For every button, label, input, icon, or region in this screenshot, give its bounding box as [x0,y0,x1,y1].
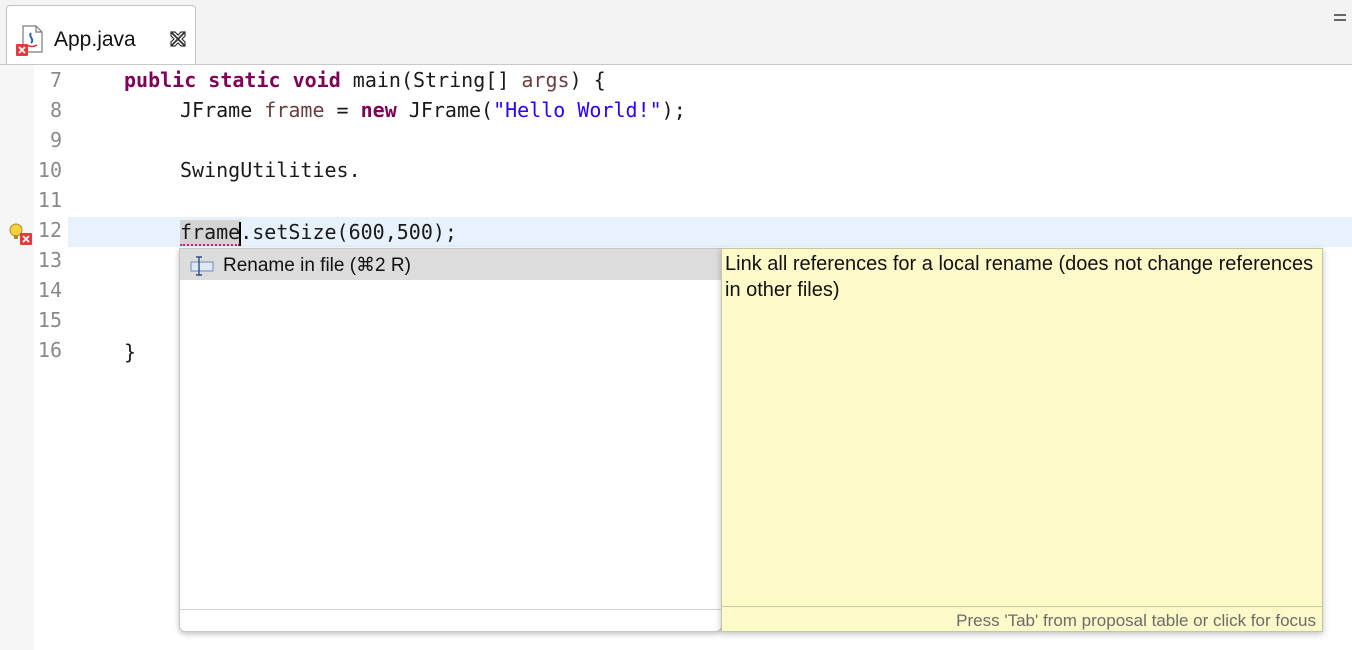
code-text: SwingUtilities. [180,158,361,182]
proposal-label: Rename in file (⌘2 R) [223,255,411,276]
line-number-ruler: 7 8 9 10 11 12 13 14 15 16 [34,65,68,650]
code-line-10: SwingUtilities. [180,155,361,185]
line-number: 12 [37,218,62,242]
code-text: .setSize(600,500); [240,220,457,244]
line-number: 10 [37,158,62,182]
focus-hint: Press 'Tab' from proposal table or click… [956,611,1316,630]
code-text: } [124,340,137,364]
rename-icon [190,256,214,276]
code-text: JFrame( [396,98,494,122]
code-line-12: frame.setSize(600,500); [180,217,457,247]
info-popup-footer: Press 'Tab' from proposal table or click… [722,606,1322,632]
quick-assist-proposals[interactable]: Rename in file (⌘2 R) [179,248,722,632]
linked-reference[interactable]: frame [180,220,241,246]
proposal-status-bar [180,609,721,632]
proposal-rename-in-file[interactable]: Rename in file (⌘2 R) [180,249,721,280]
code-text: ); [661,98,686,122]
line-number: 9 [49,128,62,152]
close-icon[interactable] [167,28,189,50]
java-file-error-icon [16,25,43,56]
code-line-8: JFrame frame = new JFrame("Hello World!"… [180,95,686,125]
tab-label: App.java [54,28,136,51]
editor-tab-bar: App.java [0,0,1352,65]
proposal-description: Link all references for a local rename (… [725,253,1314,301]
line-number: 13 [37,248,62,272]
code-text: = [324,98,361,122]
code-text: main(String[] [340,68,522,92]
line-number: 14 [37,278,62,302]
vertical-ruler [0,65,35,650]
code-line-7: public static void main(String[] args) { [124,65,606,95]
line-number: 11 [37,188,62,212]
proposal-info-popup[interactable]: Link all references for a local rename (… [721,248,1323,632]
code-text: JFrame [180,98,265,122]
code-line-16: } [124,337,136,367]
line-number: 7 [49,68,62,92]
keyword: void [292,68,341,92]
keyword: static [208,68,281,92]
quick-fix-error-icon[interactable] [8,222,34,246]
keyword: public [124,68,197,92]
view-menu-icon[interactable] [1334,14,1352,24]
string-literal: "Hello World!" [493,98,662,122]
line-number: 16 [37,338,62,362]
variable-name: frame [264,98,325,122]
tab-app-java[interactable]: App.java [6,5,196,64]
line-number: 8 [49,98,62,122]
parameter-name: args [521,68,570,92]
line-number: 15 [37,308,62,332]
code-text: ) { [569,68,606,92]
keyword: new [360,98,397,122]
